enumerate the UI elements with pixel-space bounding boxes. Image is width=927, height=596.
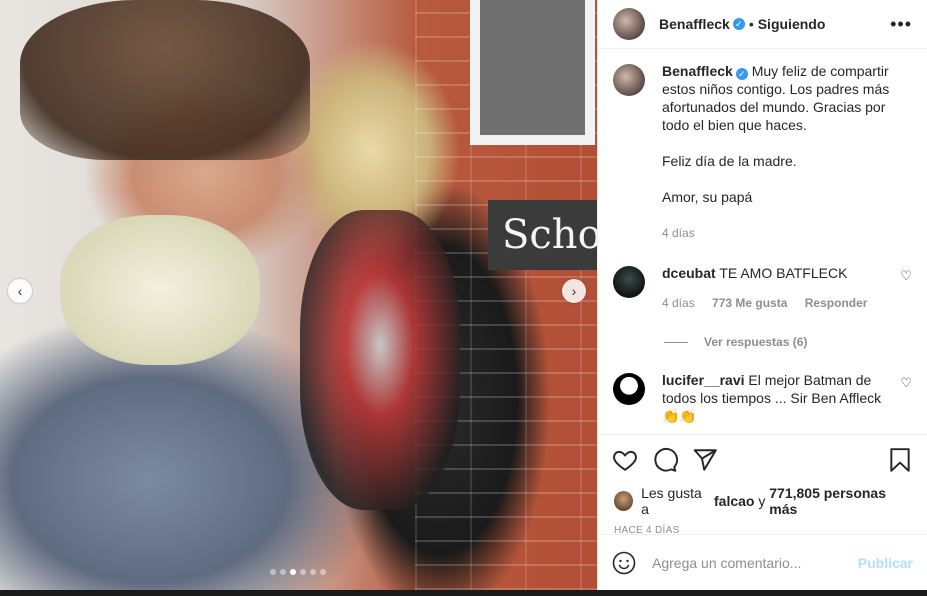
comment-text: TE AMO BATFLECK <box>719 265 848 281</box>
liker-avatar[interactable] <box>614 491 634 511</box>
comment-icon[interactable] <box>652 447 678 473</box>
comment-time: 4 días <box>662 296 695 310</box>
carousel-dot <box>320 569 326 575</box>
commenter-avatar[interactable] <box>613 373 645 405</box>
comment-item: dceubat TE AMO BATFLECK 4 días 773 Me gu… <box>598 264 927 312</box>
caption-time: 4 días <box>662 226 695 240</box>
likes-summary: Les gusta a falcao y 771,805 personas má… <box>598 475 927 517</box>
scarf <box>60 215 260 365</box>
verified-badge-icon: ✓ <box>735 68 748 80</box>
window <box>470 0 595 145</box>
carousel-dot <box>310 569 316 575</box>
bookmark-icon[interactable] <box>887 447 913 473</box>
verified-badge-icon: ✓ <box>732 18 745 30</box>
child <box>300 210 460 510</box>
post-header: Benaffleck ✓ • Siguiendo ••• <box>598 0 927 49</box>
carousel-dot <box>280 569 286 575</box>
caption-line-3: Amor, su papá <box>662 189 753 205</box>
post-actions: Les gusta a falcao y 771,805 personas má… <box>598 434 927 536</box>
school-sign: Schoo <box>488 200 597 270</box>
author-avatar[interactable] <box>613 8 645 40</box>
likes-count[interactable]: 771,805 personas más <box>769 485 911 517</box>
author-username[interactable]: Benaffleck <box>659 16 730 32</box>
reply-button[interactable]: Responder <box>805 296 868 310</box>
post-modal: Schoo ‹ › Benaffleck ✓ • Siguiendo ••• <box>0 0 927 590</box>
carousel-dot-active <box>290 569 296 575</box>
separator-dot: • <box>748 16 754 32</box>
chevron-right-icon: › <box>571 283 577 299</box>
comment-username[interactable]: lucifer__ravi <box>662 372 745 388</box>
post-side-panel: Benaffleck ✓ • Siguiendo ••• Benaffleck ✓… <box>597 0 927 590</box>
comment-form: Publicar <box>598 534 927 590</box>
more-options-icon[interactable]: ••• <box>890 14 912 35</box>
commenter-avatar[interactable] <box>613 266 645 298</box>
carousel-dot <box>270 569 276 575</box>
caption-entry: Benaffleck ✓ Muy feliz de compartir estos… <box>598 62 927 242</box>
action-icons <box>598 435 927 475</box>
view-replies-button[interactable]: Ver respuestas (6) <box>664 335 927 349</box>
comment-item: lucifer__ravi El mejor Batman de todos l… <box>598 371 927 425</box>
comment-likes[interactable]: 773 Me gusta <box>712 296 787 310</box>
comments-list[interactable]: Benaffleck ✓ Muy feliz de compartir estos… <box>598 62 927 434</box>
caption: Benaffleck ✓ Muy feliz de compartir estos… <box>662 62 912 242</box>
divider-line <box>664 341 688 343</box>
chevron-left-icon: ‹ <box>17 283 23 299</box>
comment-input[interactable] <box>650 553 858 572</box>
author-avatar[interactable] <box>613 64 645 96</box>
comment-like-heart-icon[interactable]: ♡ <box>900 375 912 425</box>
emoji-icon[interactable] <box>612 551 636 575</box>
comment-username[interactable]: dceubat <box>662 265 716 281</box>
liker-username[interactable]: falcao <box>714 493 754 509</box>
carousel-dot <box>300 569 306 575</box>
comment-like-heart-icon[interactable]: ♡ <box>900 268 912 312</box>
heart-icon[interactable] <box>612 447 638 473</box>
send-icon[interactable] <box>692 447 718 473</box>
woman-hair <box>20 0 310 160</box>
carousel-prev-button[interactable]: ‹ <box>8 279 32 303</box>
carousel-next-button[interactable]: › <box>562 279 586 303</box>
carousel-indicator <box>270 569 326 575</box>
caption-line-2: Feliz día de la madre. <box>662 153 797 169</box>
following-button[interactable]: Siguiendo <box>758 16 826 32</box>
publish-button[interactable]: Publicar <box>858 555 913 571</box>
caption-username[interactable]: Benaffleck <box>662 63 733 79</box>
post-photo[interactable]: Schoo ‹ › <box>0 0 597 590</box>
